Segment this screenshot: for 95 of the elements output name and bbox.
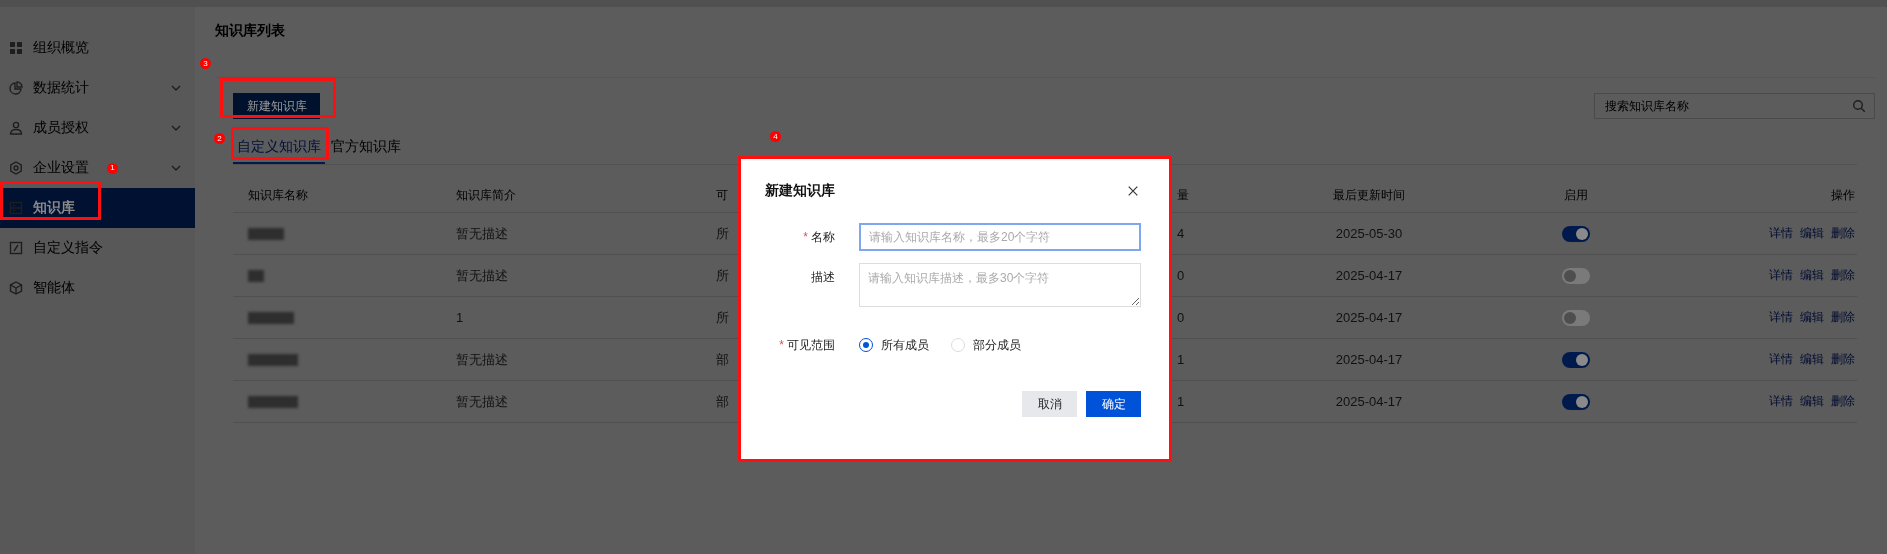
sidebar-item-label: 数据统计 bbox=[33, 79, 89, 97]
search-field[interactable]: 搜索知识库名称 bbox=[1594, 93, 1875, 119]
table-cell: 所 bbox=[716, 266, 729, 285]
sidebar-item-label: 成员授权 bbox=[33, 119, 89, 137]
sidebar-item[interactable]: 企业设置 1 bbox=[0, 148, 195, 188]
table-cell: 2025-05-30 bbox=[1335, 226, 1403, 241]
toggle-switch[interactable] bbox=[1562, 351, 1590, 368]
column-header: 知识库简介 bbox=[455, 187, 516, 204]
sidebar-item[interactable]: 组织概览 bbox=[0, 28, 195, 68]
text-area[interactable]: 请输入知识库描述，最多30个字符 bbox=[859, 263, 1141, 307]
panel-icon bbox=[9, 201, 23, 215]
blurred-text bbox=[248, 395, 298, 408]
sidebar-item-label: 智能体 bbox=[33, 279, 75, 297]
action-link[interactable]: 编辑 bbox=[1800, 225, 1824, 242]
number-badge: 3 bbox=[200, 58, 211, 69]
table-cell-text: 0 bbox=[1176, 268, 1185, 283]
action-link[interactable]: 编辑 bbox=[1800, 393, 1824, 410]
required-mark: * bbox=[803, 230, 808, 244]
radio-label[interactable]: 所有成员 bbox=[881, 336, 929, 354]
table-cell-text: 1 bbox=[455, 310, 464, 325]
gear-icon bbox=[9, 161, 23, 175]
blurred-text bbox=[248, 353, 298, 366]
sidebar-item[interactable]: 成员授权 bbox=[0, 108, 195, 148]
column-header: 量 bbox=[1176, 187, 1189, 204]
sidebar-item-label: 组织概览 bbox=[33, 39, 89, 57]
table-cell-text: 暂无描述 bbox=[455, 224, 508, 243]
toggle-switch[interactable] bbox=[1562, 309, 1590, 326]
cube-icon bbox=[9, 281, 23, 295]
page-title: 知识库列表 bbox=[215, 22, 286, 40]
action-link[interactable]: 编辑 bbox=[1800, 309, 1824, 326]
column-header: 操作 bbox=[1830, 187, 1855, 204]
close-icon[interactable] bbox=[1128, 186, 1138, 196]
sidebar-item-label: 自定义指令 bbox=[33, 239, 103, 257]
column-header: 可 bbox=[716, 187, 728, 204]
table-cell-text: 0 bbox=[1176, 310, 1185, 325]
sidebar-item[interactable]: 智能体 bbox=[0, 268, 195, 308]
action-link[interactable]: 编辑 bbox=[1800, 351, 1824, 368]
field-label: 名称 bbox=[811, 230, 835, 244]
radio-label[interactable]: 部分成员 bbox=[973, 336, 1021, 354]
table-cell-text: 暂无描述 bbox=[455, 392, 508, 411]
table-cell-text: 暂无描述 bbox=[455, 350, 508, 369]
sidebar-item[interactable]: 数据统计 bbox=[0, 68, 195, 108]
field-label: 描述 bbox=[811, 270, 835, 284]
table-cell: 2025-04-17 bbox=[1335, 394, 1403, 409]
sidebar-item-label: 企业设置 bbox=[33, 159, 89, 177]
cancel-button[interactable]: 取消 bbox=[1022, 391, 1077, 417]
action-link[interactable]: 详情 bbox=[1769, 393, 1793, 410]
action-link[interactable]: 删除 bbox=[1831, 351, 1855, 368]
toggle-switch[interactable] bbox=[1562, 267, 1590, 284]
action-link[interactable]: 详情 bbox=[1769, 225, 1793, 242]
table-cell: 所 bbox=[716, 224, 729, 243]
table-cell-text: 暂无描述 bbox=[455, 266, 508, 285]
field-label: 可见范围 bbox=[787, 338, 835, 352]
action-link[interactable]: 编辑 bbox=[1800, 267, 1824, 284]
table-cell: 部 bbox=[716, 350, 729, 369]
tab[interactable]: 官方知识库 bbox=[327, 133, 405, 164]
table-cell: 2025-04-17 bbox=[1335, 352, 1403, 367]
required-mark: * bbox=[779, 338, 784, 352]
sidebar-item[interactable]: 自定义指令 bbox=[0, 228, 195, 268]
table-cell: 2025-04-17 bbox=[1335, 310, 1403, 325]
sidebar-item-label: 知识库 bbox=[33, 199, 75, 217]
action-link[interactable]: 详情 bbox=[1769, 351, 1793, 368]
table-cell: 所 bbox=[716, 308, 729, 327]
sidebar-item[interactable]: 知识库 bbox=[0, 188, 195, 228]
person-icon bbox=[9, 121, 23, 135]
table-cell-text: 1 bbox=[1176, 352, 1185, 367]
column-header: 启用 bbox=[1564, 187, 1588, 204]
table-cell-text: 1 bbox=[1176, 394, 1185, 409]
column-header: 最后更新时间 bbox=[1333, 187, 1405, 204]
action-link[interactable]: 详情 bbox=[1769, 267, 1793, 284]
table-cell: 部 bbox=[716, 392, 729, 411]
number-badge: 2 bbox=[214, 133, 225, 144]
search-icon bbox=[1852, 99, 1866, 113]
number-badge: 4 bbox=[770, 131, 781, 142]
confirm-button[interactable]: 确定 bbox=[1086, 391, 1141, 417]
table-cell-text: 4 bbox=[1176, 226, 1185, 241]
toggle-switch[interactable] bbox=[1562, 393, 1590, 410]
input-field[interactable]: 请输入知识库名称，最多20个字符 bbox=[859, 223, 1141, 251]
dialog-title: 新建知识库 bbox=[765, 182, 835, 200]
blurred-text bbox=[248, 269, 264, 282]
action-link[interactable]: 删除 bbox=[1831, 393, 1855, 410]
action-link[interactable]: 删除 bbox=[1831, 267, 1855, 284]
blurred-text bbox=[248, 311, 294, 324]
number-badge: 1 bbox=[107, 162, 118, 174]
tab[interactable]: 自定义知识库 bbox=[233, 133, 325, 164]
slash-square-icon bbox=[9, 241, 23, 255]
toggle-switch[interactable] bbox=[1562, 225, 1590, 242]
action-link[interactable]: 详情 bbox=[1769, 309, 1793, 326]
blurred-text bbox=[248, 227, 284, 240]
grid-icon bbox=[9, 41, 23, 55]
column-header: 知识库名称 bbox=[247, 187, 308, 204]
table-cell: 2025-04-17 bbox=[1335, 268, 1403, 283]
action-link[interactable]: 删除 bbox=[1831, 309, 1855, 326]
pie-chart-icon bbox=[9, 81, 23, 95]
action-link[interactable]: 删除 bbox=[1831, 225, 1855, 242]
